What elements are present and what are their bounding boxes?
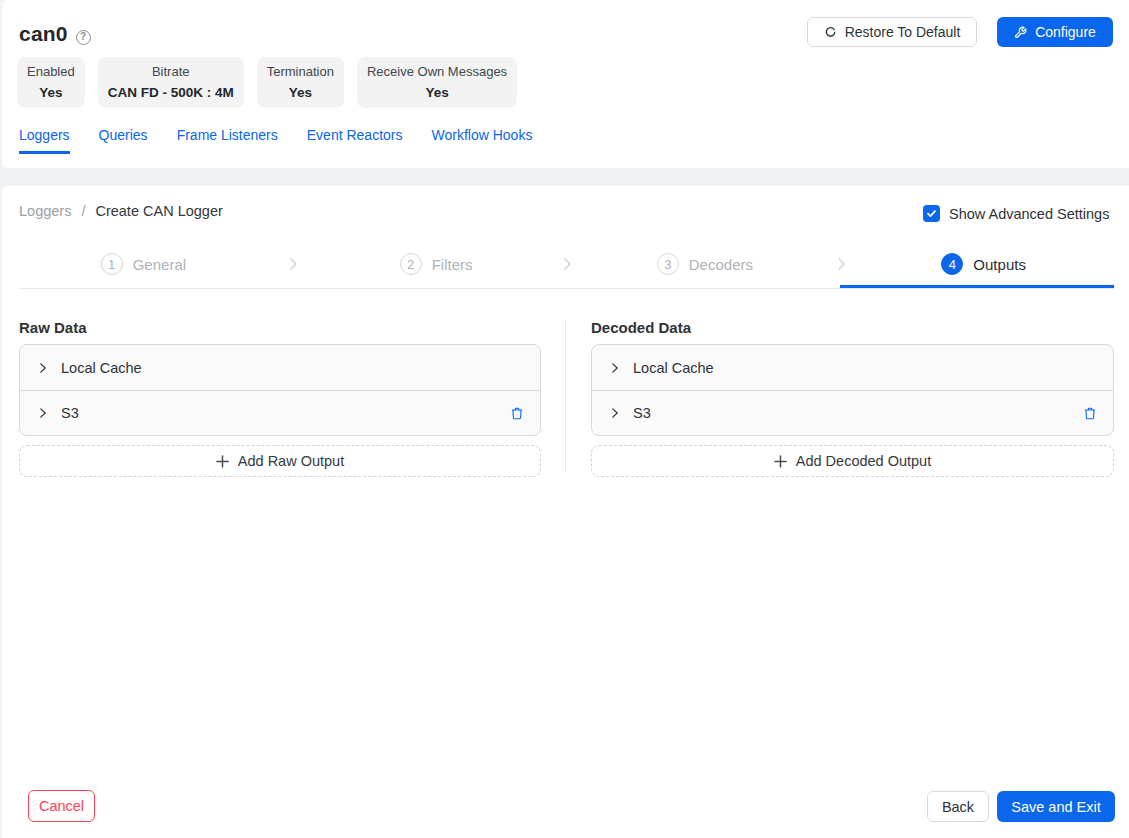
chip-receive-own-messages-value: Yes (367, 82, 507, 103)
delete-icon[interactable] (510, 406, 524, 421)
step-general-label: General (133, 256, 186, 273)
delete-icon[interactable] (1083, 406, 1097, 421)
step-general[interactable]: 1 General (19, 253, 312, 275)
step-decoders[interactable]: 3 Decoders (581, 253, 860, 275)
add-raw-output-button[interactable]: Add Raw Output (19, 445, 541, 477)
add-raw-output-label: Add Raw Output (238, 453, 344, 469)
back-button[interactable]: Back (927, 791, 989, 822)
restore-label: Restore To Default (845, 24, 961, 40)
step-outputs-number: 4 (941, 253, 963, 275)
tab-workflow-hooks[interactable]: Workflow Hooks (432, 127, 533, 154)
raw-output-local-cache-label: Local Cache (61, 360, 524, 376)
expand-chevron-icon[interactable] (609, 362, 621, 374)
decoded-data-title: Decoded Data (591, 319, 691, 336)
raw-outputs-box: Local Cache S3 (19, 344, 541, 436)
step-filters-number: 2 (400, 253, 422, 275)
chip-enabled: Enabled Yes (17, 57, 85, 108)
configure-label: Configure (1035, 24, 1096, 40)
nav-tabs: Loggers Queries Frame Listeners Event Re… (19, 127, 532, 154)
step-outputs[interactable]: 4 Outputs (859, 253, 1114, 275)
decoded-outputs-box: Local Cache S3 (591, 344, 1114, 436)
expand-chevron-icon[interactable] (609, 407, 621, 419)
chip-enabled-label: Enabled (27, 62, 75, 82)
decoded-output-s3-label: S3 (633, 405, 1071, 421)
step-chevron-2-icon (559, 256, 575, 272)
chip-receive-own-messages-label: Receive Own Messages (367, 62, 507, 82)
cancel-button[interactable]: Cancel (28, 790, 95, 822)
check-icon (926, 208, 937, 219)
advanced-settings-label: Show Advanced Settings (949, 206, 1109, 222)
expand-chevron-icon[interactable] (37, 407, 49, 419)
stepper-active-underline (840, 285, 1114, 288)
raw-output-s3-row[interactable]: S3 (20, 390, 540, 435)
tab-queries[interactable]: Queries (99, 127, 148, 154)
breadcrumb-separator: / (81, 203, 85, 219)
step-chevron-3-icon (833, 256, 849, 272)
step-general-number: 1 (101, 253, 123, 275)
raw-output-s3-label: S3 (61, 405, 498, 421)
restore-to-default-button[interactable]: Restore To Default (807, 17, 977, 47)
breadcrumb-loggers[interactable]: Loggers (19, 203, 71, 219)
wrench-icon (1014, 26, 1027, 39)
step-decoders-number: 3 (657, 253, 679, 275)
breadcrumb-current: Create CAN Logger (95, 203, 222, 219)
stepper-divider (19, 288, 1114, 289)
column-divider (565, 320, 566, 472)
chip-bitrate: Bitrate CAN FD - 500K : 4M (98, 57, 244, 108)
step-chevron-1-icon (285, 256, 301, 272)
add-decoded-output-label: Add Decoded Output (796, 453, 931, 469)
chip-bitrate-label: Bitrate (108, 62, 234, 82)
tab-event-reactors[interactable]: Event Reactors (307, 127, 403, 154)
tab-loggers[interactable]: Loggers (19, 127, 70, 154)
raw-output-local-cache-row[interactable]: Local Cache (20, 345, 540, 390)
header-card: can0 ? Restore To Default Configure Enab… (2, 0, 1129, 168)
chip-termination: Termination Yes (257, 57, 344, 108)
chip-bitrate-value: CAN FD - 500K : 4M (108, 82, 234, 103)
chip-termination-value: Yes (267, 82, 334, 103)
page-title: can0 (19, 22, 68, 46)
chip-enabled-value: Yes (27, 82, 75, 103)
advanced-settings-checkbox[interactable] (923, 205, 940, 222)
decoded-output-s3-row[interactable]: S3 (592, 390, 1113, 435)
chip-termination-label: Termination (267, 62, 334, 82)
restore-icon (824, 26, 837, 39)
breadcrumb: Loggers / Create CAN Logger (19, 203, 223, 219)
content-card: Loggers / Create CAN Logger Show Advance… (2, 186, 1129, 838)
show-advanced-settings[interactable]: Show Advanced Settings (923, 205, 1109, 222)
decoded-output-local-cache-label: Local Cache (633, 360, 1097, 376)
decoded-output-local-cache-row[interactable]: Local Cache (592, 345, 1113, 390)
plus-icon (216, 455, 229, 468)
chip-receive-own-messages: Receive Own Messages Yes (357, 57, 517, 108)
plus-icon (774, 455, 787, 468)
step-filters-label: Filters (432, 256, 473, 273)
status-chips: Enabled Yes Bitrate CAN FD - 500K : 4M T… (17, 57, 517, 108)
step-decoders-label: Decoders (689, 256, 753, 273)
expand-chevron-icon[interactable] (37, 362, 49, 374)
step-outputs-label: Outputs (973, 256, 1026, 273)
help-icon[interactable]: ? (76, 30, 91, 45)
raw-data-title: Raw Data (19, 319, 87, 336)
save-and-exit-button[interactable]: Save and Exit (997, 791, 1115, 822)
step-filters[interactable]: 2 Filters (312, 253, 581, 275)
tab-frame-listeners[interactable]: Frame Listeners (177, 127, 278, 154)
configure-button[interactable]: Configure (997, 17, 1113, 47)
add-decoded-output-button[interactable]: Add Decoded Output (591, 445, 1114, 477)
